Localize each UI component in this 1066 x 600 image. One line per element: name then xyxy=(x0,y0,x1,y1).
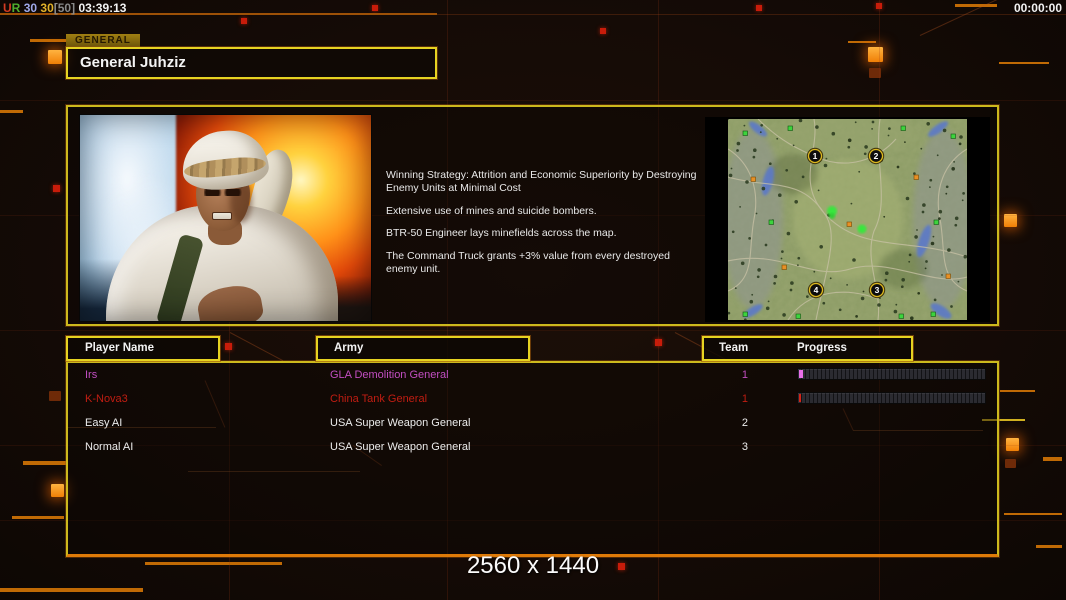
player-list-panel: Irs GLA Demolition General 1 K-Nova3 China T… xyxy=(66,361,999,557)
deco-line xyxy=(23,461,68,465)
deco-line xyxy=(1000,390,1035,392)
strategy-line: BTR-50 Engineer lays minefields across t… xyxy=(386,227,617,240)
player-army: USA Super Weapon General xyxy=(330,417,471,429)
player-army: GLA Demolition General xyxy=(330,369,449,381)
general-portrait xyxy=(79,114,372,322)
fps-value-b: 30 xyxy=(40,1,54,15)
portrait-art-layer xyxy=(80,115,371,321)
header-progress: Progress xyxy=(797,342,847,354)
header-army: Army xyxy=(316,336,530,361)
header-player-name: Player Name xyxy=(66,336,220,361)
deco-line xyxy=(1043,457,1062,461)
deco-line xyxy=(848,41,876,43)
strategy-line: The Command Truck grants +3% value from … xyxy=(386,249,670,276)
deco-square xyxy=(1005,459,1016,468)
player-team: 2 xyxy=(741,417,748,429)
deco-square xyxy=(241,18,247,24)
tab-general[interactable]: GENERAL xyxy=(66,34,140,47)
debug-fps-counter: UR 30 30[50] 03:39:13 xyxy=(3,1,126,15)
deco-square xyxy=(53,185,60,192)
deco-line xyxy=(145,562,282,565)
map-start-position-4[interactable]: 4 xyxy=(807,281,825,299)
progress-bar-fill xyxy=(799,370,803,378)
player-army: USA Super Weapon General xyxy=(330,441,471,453)
progress-bar-fill xyxy=(799,394,801,402)
player-name: K-Nova3 xyxy=(85,393,128,405)
minimap-image[interactable]: 1 2 3 4 xyxy=(723,114,973,322)
deco-square xyxy=(756,5,762,11)
game-loading-screen: UR 30 30[50] 03:39:13 00:00:00 GENERAL G… xyxy=(0,0,1066,600)
svg-text:1: 1 xyxy=(813,151,818,161)
deco-square xyxy=(48,50,62,64)
resolution-label: 2560 x 1440 xyxy=(466,552,600,579)
player-row[interactable]: Irs GLA Demolition General 1 xyxy=(68,363,997,387)
top-divider-line-faint xyxy=(437,14,1066,15)
player-row[interactable]: K-Nova3 China Tank General 1 xyxy=(68,387,997,411)
deco-square xyxy=(618,563,625,570)
header-team-progress: Team Progress xyxy=(702,336,913,361)
player-team: 1 xyxy=(741,369,748,381)
strategy-line: Extensive use of mines and suicide bombe… xyxy=(386,204,597,217)
player-row[interactable]: Normal AI USA Super Weapon General 3 xyxy=(68,435,997,459)
player-army: China Tank General xyxy=(330,393,428,405)
player-name: Easy AI xyxy=(85,417,123,429)
strategy-line: Winning Strategy: Attrition and Economic… xyxy=(386,169,697,195)
elapsed-time: 03:39:13 xyxy=(78,1,127,15)
map-start-position-2[interactable]: 2 xyxy=(867,147,885,165)
deco-line xyxy=(0,330,1066,331)
match-timer: 00:00:00 xyxy=(1013,1,1062,15)
deco-line xyxy=(1004,513,1062,515)
deco-square xyxy=(49,391,61,401)
player-row[interactable]: Easy AI USA Super Weapon General 2 xyxy=(68,411,997,435)
player-rows: Irs GLA Demolition General 1 K-Nova3 China T… xyxy=(68,363,997,459)
deco-line xyxy=(229,332,284,362)
deco-square xyxy=(868,47,883,62)
svg-text:4: 4 xyxy=(814,285,819,295)
general-info-panel: Winning Strategy: Attrition and Economic… xyxy=(66,105,999,326)
player-team: 3 xyxy=(741,441,748,453)
player-name: Normal AI xyxy=(85,441,134,453)
player-name: Irs xyxy=(85,369,98,381)
svg-text:3: 3 xyxy=(875,285,880,295)
deco-line xyxy=(12,516,64,519)
general-name: General Juhziz xyxy=(80,54,186,71)
general-name-box: General Juhziz xyxy=(66,47,437,79)
general-description: Winning Strategy: Attrition and Economic… xyxy=(386,169,704,286)
fps-u: U xyxy=(3,1,12,15)
deco-square xyxy=(372,5,378,11)
player-team: 1 xyxy=(741,393,748,405)
fps-cap: [50] xyxy=(53,1,76,15)
deco-line xyxy=(0,100,1066,101)
map-start-position-3[interactable]: 3 xyxy=(868,281,886,299)
deco-square xyxy=(51,484,64,497)
deco-line xyxy=(1036,545,1062,548)
progress-bar xyxy=(797,368,986,380)
deco-line xyxy=(0,110,23,113)
deco-line xyxy=(999,62,1049,64)
progress-bar xyxy=(797,392,986,404)
map-start-position-1[interactable]: 1 xyxy=(806,147,824,165)
deco-line xyxy=(955,4,997,7)
minimap[interactable]: 1 2 3 4 xyxy=(705,114,990,322)
fps-value-a: 30 xyxy=(23,1,38,15)
header-team: Team xyxy=(719,342,749,354)
svg-text:2: 2 xyxy=(874,151,879,161)
deco-square xyxy=(600,28,606,34)
deco-line xyxy=(0,588,143,592)
